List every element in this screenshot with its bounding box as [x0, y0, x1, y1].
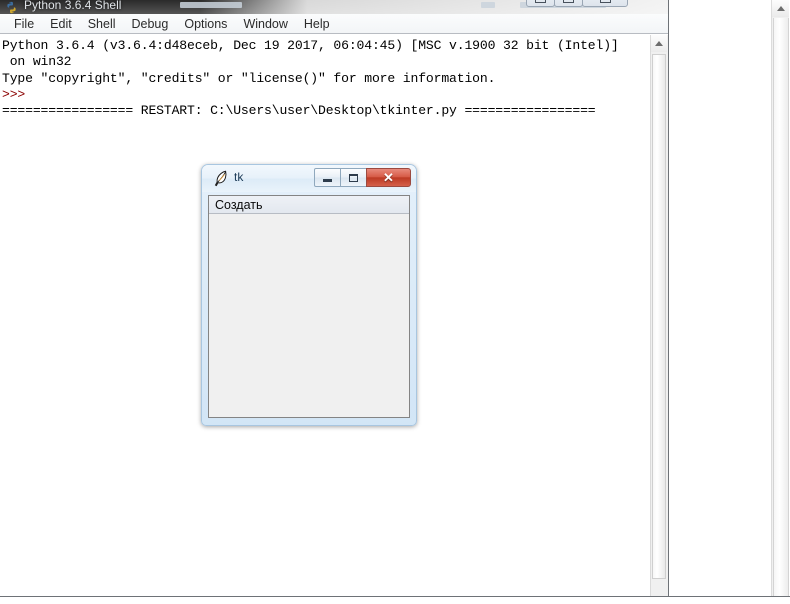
menu-item-debug[interactable]: Debug: [124, 15, 177, 33]
idle-title-bar[interactable]: Python 3.6.4 Shell: [0, 0, 668, 14]
scroll-up-arrow-icon[interactable]: [651, 35, 667, 52]
tk-window-controls: ✕: [314, 168, 411, 187]
menu-item-edit[interactable]: Edit: [42, 15, 80, 33]
background-window-scrollbar[interactable]: [771, 0, 789, 596]
background-window: [668, 0, 790, 596]
idle-window-title: Python 3.6.4 Shell: [24, 0, 122, 12]
python-logo-icon: [7, 1, 16, 14]
maximize-icon: [349, 173, 358, 182]
create-button-label: Создать: [215, 197, 263, 212]
close-icon: ✕: [383, 169, 394, 185]
console-prompt: >>>: [2, 86, 26, 102]
scrollbar-thumb[interactable]: [652, 54, 666, 579]
menu-item-window[interactable]: Window: [235, 15, 295, 33]
idle-menu-bar: File Edit Shell Debug Options Window Hel…: [0, 14, 668, 34]
scrollbar-thumb[interactable]: [773, 18, 789, 596]
idle-window-controls: [526, 0, 628, 7]
menu-item-help[interactable]: Help: [296, 15, 338, 33]
create-button[interactable]: Создать: [209, 196, 409, 214]
menu-item-file[interactable]: File: [6, 15, 42, 33]
maximize-button[interactable]: [554, 0, 583, 7]
scroll-up-arrow-icon[interactable]: [772, 0, 789, 17]
tk-title-bar[interactable]: tk ✕: [202, 165, 416, 192]
tk-window-title: tk: [234, 170, 244, 184]
desktop-background: Python 3.6.4 Shell File Edit Shell Debug…: [0, 0, 790, 604]
background-ghost-mark: [481, 2, 495, 8]
background-window-title-ghost: [180, 2, 242, 8]
close-button[interactable]: ✕: [366, 168, 411, 187]
menu-item-options[interactable]: Options: [176, 15, 235, 33]
feather-quill-icon: [214, 170, 227, 187]
console-line: on win32: [2, 54, 72, 70]
minimize-button[interactable]: [314, 168, 341, 187]
minimize-button[interactable]: [526, 0, 555, 7]
shell-vertical-scrollbar[interactable]: [650, 35, 668, 596]
console-restart-line: ================= RESTART: C:\Users\user…: [2, 103, 596, 119]
tk-client-area: Создать: [208, 195, 410, 418]
maximize-button[interactable]: [340, 168, 367, 187]
console-line: Python 3.6.4 (v3.6.4:d48eceb, Dec 19 201…: [2, 38, 619, 53]
console-line: Type "copyright", "credits" or "license(…: [2, 70, 496, 86]
close-button[interactable]: [582, 0, 628, 7]
minimize-icon: [323, 179, 332, 182]
menu-item-shell[interactable]: Shell: [80, 15, 124, 33]
tkinter-tk-window: tk ✕ Создать: [201, 164, 417, 426]
